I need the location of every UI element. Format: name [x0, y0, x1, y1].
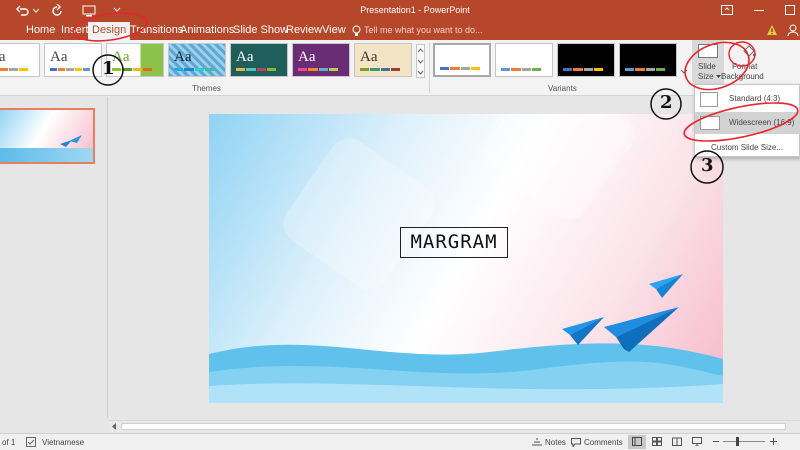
group-divider — [429, 43, 430, 93]
zoom-slider-track[interactable] — [723, 441, 765, 442]
normal-view-icon — [632, 437, 642, 446]
format-background-button[interactable]: Format Background — [721, 40, 772, 84]
menu-item-standard-label: Standard (4:3) — [729, 94, 781, 103]
title-bar: Presentation1 - PowerPoint — [0, 0, 800, 22]
standard-size-icon — [700, 92, 718, 107]
horizontal-scrollbar[interactable] — [109, 420, 800, 432]
slide-size-label-2: Size — [698, 72, 714, 81]
slide-size-button[interactable]: Slide Size — [692, 40, 724, 84]
tell-me-search[interactable]: Tell me what you want to do... — [364, 25, 483, 35]
ribbon-display-icon[interactable] — [721, 5, 733, 15]
theme-office[interactable]: Aa — [44, 43, 102, 77]
slide-background-shapes — [209, 114, 723, 403]
tab-insert[interactable]: Insert — [61, 24, 89, 36]
theme-ion-teal[interactable]: Aa — [230, 43, 288, 77]
variant-3[interactable] — [557, 43, 615, 77]
menu-item-custom-label: Custom Slide Size... — [711, 143, 784, 152]
slide-title-textbox[interactable]: MARGRAM — [400, 227, 508, 258]
slide-size-menu: Standard (4:3) Widescreen (16:9) Custom … — [694, 84, 800, 157]
reading-view-icon[interactable] — [672, 437, 682, 446]
lightbulb-icon — [352, 25, 361, 36]
themes-group-label: Themes — [192, 84, 221, 93]
zoom-in-button[interactable] — [770, 438, 777, 445]
slide-canvas[interactable]: MARGRAM — [209, 114, 723, 403]
paint-bucket-icon — [743, 45, 756, 57]
design-ribbon: Aa Aa Aa Aa Aa Aa Aa Themes Variants — [0, 40, 800, 96]
slide-title-text: MARGRAM — [410, 231, 498, 253]
slide-size-icon — [698, 44, 718, 58]
variant-2[interactable] — [495, 43, 553, 77]
paper-plane-small-icon — [562, 317, 604, 345]
scroll-thumb[interactable] — [121, 423, 786, 430]
tab-view[interactable]: View — [322, 24, 346, 36]
notes-icon[interactable] — [532, 438, 542, 446]
tab-home[interactable]: Home — [26, 24, 55, 36]
share-icon[interactable] — [787, 24, 799, 37]
menu-item-standard[interactable]: Standard (4:3) — [695, 88, 800, 110]
status-bar: of 1 Vietnamese Notes Comments — [0, 433, 800, 450]
tab-review[interactable]: Review — [286, 24, 322, 36]
variant-1[interactable] — [433, 43, 491, 77]
zoom-slider-thumb[interactable] — [736, 437, 739, 446]
variants-more-icon[interactable] — [680, 68, 688, 76]
spell-check-icon[interactable] — [26, 437, 36, 447]
tab-design[interactable]: Design — [88, 22, 131, 40]
slide-counter: of 1 — [2, 438, 16, 447]
scroll-left-icon[interactable] — [111, 423, 117, 430]
minimize-button[interactable] — [754, 10, 764, 11]
tab-slide-show[interactable]: Slide Show — [233, 24, 288, 36]
notes-button[interactable]: Notes — [545, 438, 566, 447]
menu-item-widescreen-label: Widescreen (16:9) — [729, 118, 795, 127]
annotation-number-2: 2 — [660, 92, 673, 113]
language-label[interactable]: Vietnamese — [42, 438, 84, 447]
comments-button[interactable]: Comments — [584, 438, 623, 447]
zoom-out-button[interactable] — [713, 441, 719, 442]
undo-icon[interactable] — [16, 4, 30, 18]
maximize-button[interactable] — [785, 5, 795, 15]
paper-plane-large-icon — [604, 307, 679, 352]
theme-office-partial[interactable]: Aa — [0, 43, 40, 77]
slide-sorter-icon[interactable] — [652, 437, 662, 446]
slideshow-view-icon[interactable] — [692, 437, 702, 446]
paper-plane-icon — [60, 135, 82, 147]
comments-icon[interactable] — [571, 438, 581, 447]
theme-ion-purple[interactable]: Aa — [292, 43, 350, 77]
slide-thumbnail-pane — [0, 97, 108, 418]
menu-item-widescreen[interactable]: Widescreen (16:9) — [695, 112, 800, 134]
ribbon-tabs: Home Insert Design Transitions Animation… — [0, 22, 800, 40]
variants-group-label: Variants — [548, 84, 577, 93]
warning-icon[interactable] — [766, 24, 778, 36]
redo-icon[interactable] — [50, 4, 64, 18]
theme-integral[interactable]: Aa — [168, 43, 226, 77]
theme-facet[interactable]: Aa — [106, 43, 164, 77]
slide-size-label: Slide — [698, 62, 716, 71]
variant-4[interactable] — [619, 43, 677, 77]
theme-organic[interactable]: Aa — [354, 43, 412, 77]
chevron-down-icon[interactable] — [33, 8, 39, 14]
tab-animations[interactable]: Animations — [180, 24, 234, 36]
paper-plane-top-icon — [649, 274, 683, 298]
customize-qat-icon[interactable] — [82, 5, 96, 17]
tab-transitions[interactable]: Transitions — [130, 24, 183, 36]
slide-thumbnail[interactable] — [0, 108, 95, 164]
more-commands-icon[interactable] — [113, 6, 121, 14]
format-background-label: Format — [732, 62, 758, 71]
window-title: Presentation1 - PowerPoint — [360, 5, 470, 15]
themes-more-icon[interactable] — [416, 44, 425, 78]
format-background-label-2: Background — [721, 72, 764, 81]
widescreen-size-icon — [700, 116, 720, 130]
menu-item-custom-size[interactable]: Custom Slide Size... — [695, 138, 800, 156]
annotation-number-1: 1 — [102, 58, 115, 79]
annotation-number-3: 3 — [701, 155, 714, 176]
